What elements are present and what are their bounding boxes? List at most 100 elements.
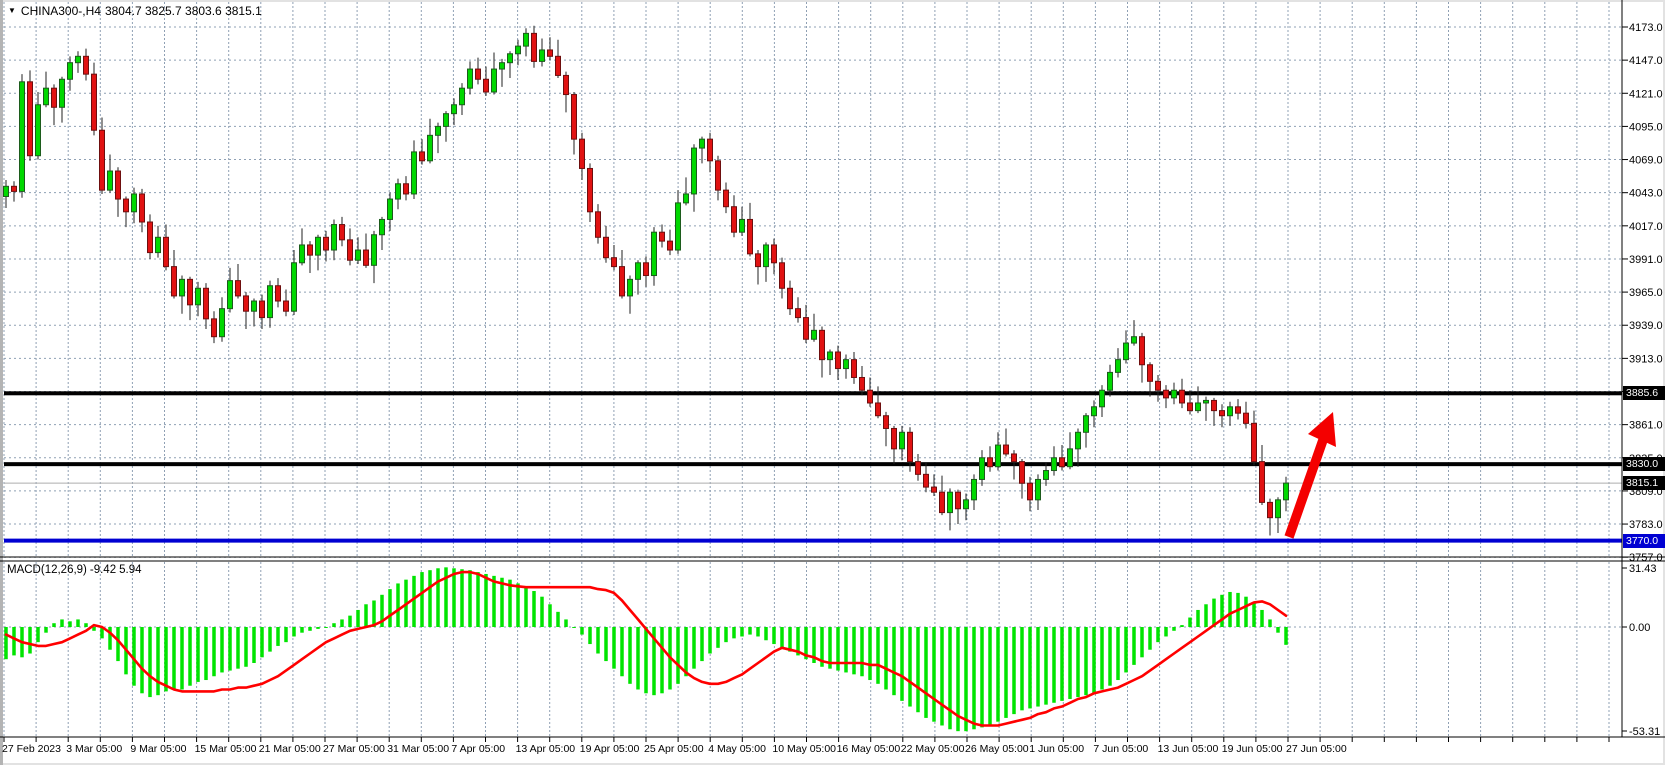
- candle: [796, 309, 801, 318]
- candle: [316, 237, 321, 255]
- price-level-line[interactable]: [4, 462, 1622, 466]
- time-axis-label: 15 Mar 05:00: [195, 743, 257, 755]
- price-axis-label: 4017.0: [1629, 221, 1663, 233]
- macd-bar: [1204, 604, 1208, 627]
- candle: [484, 79, 489, 92]
- macd-bar: [732, 627, 736, 638]
- candle: [580, 139, 585, 168]
- macd-bar: [564, 619, 568, 627]
- macd-bar: [788, 627, 792, 652]
- macd-bar: [164, 627, 168, 691]
- chart-title: ▼CHINA300-,H43804.7 3825.7 3803.6 3815.1: [8, 4, 266, 18]
- macd-bar: [868, 627, 872, 680]
- macd-bar: [156, 627, 160, 695]
- macd-bar: [484, 574, 488, 627]
- macd-bar: [900, 627, 904, 701]
- candle: [660, 232, 665, 241]
- time-axis-label: 7 Jun 05:00: [1093, 743, 1148, 755]
- candle: [68, 63, 73, 80]
- macd-bar: [28, 627, 32, 654]
- candle: [436, 126, 441, 135]
- candle: [308, 245, 313, 255]
- macd-bar: [340, 619, 344, 627]
- macd-bar: [148, 627, 152, 697]
- price-level-line[interactable]: [4, 539, 1622, 543]
- candle: [956, 492, 961, 509]
- macd-bar: [1268, 619, 1272, 627]
- candle: [924, 474, 929, 487]
- trend-arrow[interactable]: [1289, 412, 1336, 537]
- macd-bar: [60, 619, 64, 627]
- candle: [156, 237, 161, 252]
- candle: [780, 263, 785, 288]
- candle: [612, 258, 617, 267]
- time-axis-label: 9 Mar 05:00: [130, 743, 186, 755]
- macd-bar: [540, 597, 544, 627]
- macd-bar: [780, 627, 784, 648]
- macd-bar: [996, 627, 1000, 722]
- candle: [868, 390, 873, 403]
- candle: [748, 219, 753, 253]
- candle: [452, 105, 457, 114]
- candle: [1100, 390, 1105, 407]
- macd-bar: [452, 568, 456, 627]
- macd-bar: [1004, 627, 1008, 718]
- macd-bar: [860, 627, 864, 676]
- time-axis-label: 27 Feb 2023: [2, 743, 61, 755]
- macd-bar: [660, 627, 664, 693]
- horizontal-level-lines[interactable]: [4, 391, 1622, 542]
- macd-bar: [604, 627, 608, 661]
- candle: [892, 428, 897, 448]
- macd-bar: [684, 627, 688, 676]
- macd-bar: [596, 627, 600, 654]
- macd-bar: [316, 627, 320, 629]
- price-axis-label: 3991.0: [1629, 254, 1663, 266]
- candle: [52, 88, 57, 107]
- candle: [188, 279, 193, 304]
- chart-canvas[interactable]: 4173.04147.04121.04095.04069.04043.04017…: [0, 0, 1665, 765]
- macd-bar: [628, 627, 632, 684]
- candle: [300, 245, 305, 263]
- time-axis-label: 27 Mar 05:00: [323, 743, 385, 755]
- symbol-dropdown-icon[interactable]: ▼: [8, 6, 16, 15]
- candle: [276, 286, 281, 301]
- time-axis-label: 13 Jun 05:00: [1158, 743, 1219, 755]
- candle: [1220, 411, 1225, 416]
- candle: [220, 309, 225, 337]
- macd-bar: [1052, 627, 1056, 703]
- bid-price-badge: 3815.1: [1623, 476, 1665, 490]
- macd-bar: [644, 627, 648, 693]
- macd-bar: [284, 627, 288, 642]
- macd-bar: [932, 627, 936, 722]
- axis-frame: [0, 0, 1665, 742]
- candle: [348, 240, 353, 260]
- price-level-line[interactable]: [4, 391, 1622, 395]
- macd-bar: [1156, 627, 1160, 642]
- macd-bar: [180, 627, 184, 690]
- price-axis-label: 3913.0: [1629, 353, 1663, 365]
- candle: [172, 267, 177, 296]
- time-axis-label: 3 Mar 05:00: [66, 743, 122, 755]
- candle: [636, 263, 641, 280]
- candle: [716, 161, 721, 190]
- candle: [364, 250, 369, 265]
- candle: [1140, 337, 1145, 365]
- ohlc-values: 3804.7 3825.7 3803.6 3815.1: [105, 4, 262, 18]
- candle: [628, 279, 633, 296]
- time-axis-label: 10 May 05:00: [772, 743, 836, 755]
- candle: [492, 69, 497, 92]
- macd-bar: [468, 570, 472, 627]
- macd-bar: [68, 621, 72, 627]
- macd-bar: [1284, 627, 1288, 645]
- macd-bar: [764, 627, 768, 640]
- candle: [1068, 449, 1073, 467]
- macd-bar: [492, 576, 496, 627]
- time-axis-label: 21 Mar 05:00: [259, 743, 321, 755]
- candle: [36, 105, 41, 156]
- candle: [852, 360, 857, 378]
- macd-bar: [1220, 595, 1224, 627]
- macd-bar: [548, 604, 552, 627]
- candle: [388, 199, 393, 219]
- candle: [812, 330, 817, 339]
- macd-bar: [252, 627, 256, 663]
